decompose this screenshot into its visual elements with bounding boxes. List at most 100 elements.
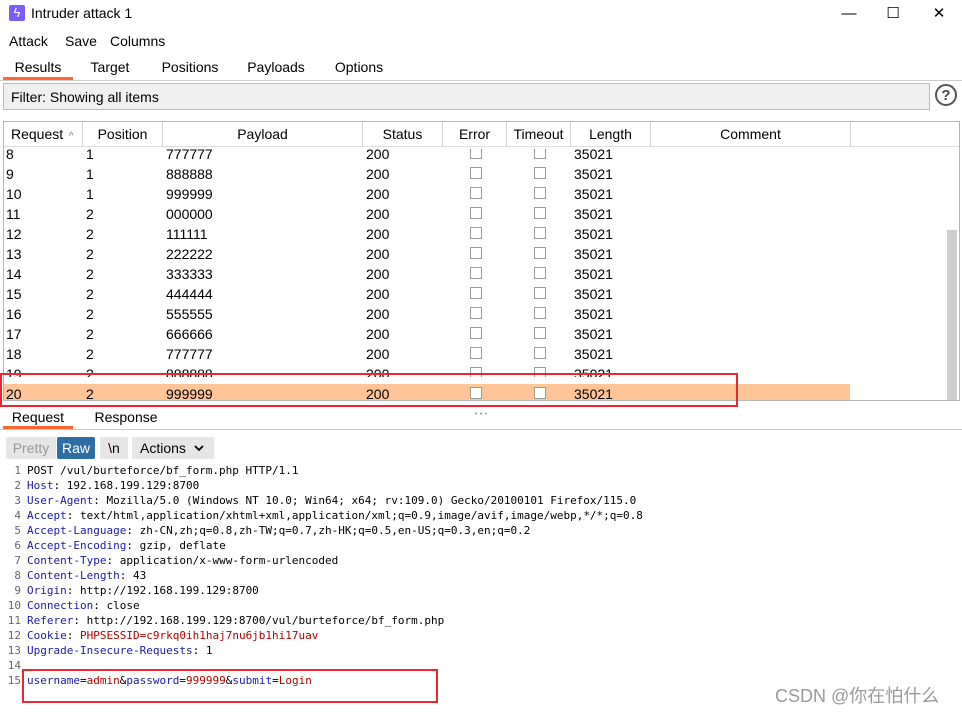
maximize-button[interactable]: ☐ bbox=[870, 0, 916, 28]
table-row[interactable]: 18 2 777777 200 35021 bbox=[4, 344, 850, 364]
table-row[interactable]: 11 2 000000 200 35021 bbox=[4, 204, 850, 224]
header-name: Content-Length bbox=[27, 569, 120, 582]
status-cell: 200 bbox=[366, 286, 390, 302]
tab-options[interactable]: Options bbox=[327, 58, 391, 80]
tab-response[interactable]: Response bbox=[85, 408, 167, 430]
status-cell: 200 bbox=[366, 346, 390, 362]
timeout-checkbox[interactable] bbox=[534, 327, 546, 339]
position-cell: 2 bbox=[86, 286, 94, 302]
column-header-timeout[interactable]: Timeout bbox=[507, 122, 571, 146]
request-line: Cookie: PHPSESSID=c9rkq0ih1haj7nu6jb1hi1… bbox=[27, 629, 319, 642]
request-cell: 10 bbox=[6, 186, 22, 202]
column-header-length[interactable]: Length bbox=[571, 122, 651, 146]
timeout-checkbox[interactable] bbox=[534, 267, 546, 279]
error-checkbox[interactable] bbox=[470, 347, 482, 359]
header-name: Upgrade-Insecure-Requests bbox=[27, 644, 193, 657]
request-cell: 9 bbox=[6, 166, 14, 182]
error-checkbox[interactable] bbox=[470, 207, 482, 219]
request-line: User-Agent: Mozilla/5.0 (Windows NT 10.0… bbox=[27, 494, 637, 507]
selected-row-annotation-box bbox=[0, 373, 738, 407]
length-cell: 35021 bbox=[574, 286, 613, 302]
tab-payloads[interactable]: Payloads bbox=[242, 58, 310, 80]
header-name: Origin bbox=[27, 584, 67, 597]
status-cell: 200 bbox=[366, 246, 390, 262]
menu-save[interactable]: Save bbox=[65, 33, 97, 49]
column-header-status[interactable]: Status bbox=[363, 122, 443, 146]
timeout-checkbox[interactable] bbox=[534, 247, 546, 259]
payload-cell: 444444 bbox=[166, 286, 213, 302]
table-scrollbar-thumb[interactable] bbox=[947, 230, 957, 400]
timeout-checkbox[interactable] bbox=[534, 287, 546, 299]
column-header-position[interactable]: Position bbox=[83, 122, 163, 146]
request-cell: 13 bbox=[6, 246, 22, 262]
error-checkbox[interactable] bbox=[470, 327, 482, 339]
line-number: 9 bbox=[14, 584, 21, 597]
header-name: Accept-Encoding bbox=[27, 539, 127, 552]
actions-dropdown[interactable]: Actions bbox=[132, 437, 214, 459]
payload-cell: 333333 bbox=[166, 266, 213, 282]
table-row[interactable]: 16 2 555555 200 35021 bbox=[4, 304, 850, 324]
request-cell: 11 bbox=[6, 206, 21, 222]
line-number: 8 bbox=[14, 569, 21, 582]
table-row[interactable]: 9 1 888888 200 35021 bbox=[4, 164, 850, 184]
timeout-checkbox[interactable] bbox=[534, 149, 546, 159]
table-row[interactable]: 15 2 444444 200 35021 bbox=[4, 284, 850, 304]
newline-toggle-button[interactable]: \n bbox=[100, 437, 128, 459]
timeout-checkbox[interactable] bbox=[534, 307, 546, 319]
menu-columns[interactable]: Columns bbox=[110, 33, 165, 49]
error-checkbox[interactable] bbox=[470, 187, 482, 199]
header-value: PHPSESSID=c9rkq0ih1haj7nu6jb1hi17uav bbox=[80, 629, 319, 642]
error-checkbox[interactable] bbox=[470, 227, 482, 239]
column-header-error[interactable]: Error bbox=[443, 122, 507, 146]
minimize-button[interactable]: — bbox=[826, 0, 872, 28]
request-line: Host: 192.168.199.129:8700 bbox=[27, 479, 200, 492]
tab-positions[interactable]: Positions bbox=[155, 58, 225, 80]
menu-attack[interactable]: Attack bbox=[9, 33, 48, 49]
header-name: Accept bbox=[27, 509, 67, 522]
line-number: 5 bbox=[14, 524, 21, 537]
raw-button[interactable]: Raw bbox=[57, 437, 95, 459]
pretty-button[interactable]: Pretty bbox=[6, 437, 56, 459]
position-cell: 1 bbox=[86, 166, 94, 182]
request-cell: 17 bbox=[6, 326, 22, 342]
error-checkbox[interactable] bbox=[470, 247, 482, 259]
payload-cell: 555555 bbox=[166, 306, 213, 322]
error-checkbox[interactable] bbox=[470, 167, 482, 179]
request-line: Upgrade-Insecure-Requests: 1 bbox=[27, 644, 213, 657]
chevron-down-icon bbox=[194, 445, 204, 452]
table-row[interactable]: 10 1 999999 200 35021 bbox=[4, 184, 850, 204]
close-button[interactable]: ✕ bbox=[916, 0, 962, 28]
table-row[interactable]: 17 2 666666 200 35021 bbox=[4, 324, 850, 344]
timeout-checkbox[interactable] bbox=[534, 187, 546, 199]
error-checkbox[interactable] bbox=[470, 149, 482, 159]
request-line: POST /vul/burteforce/bf_form.php HTTP/1.… bbox=[27, 464, 299, 477]
error-checkbox[interactable] bbox=[470, 267, 482, 279]
table-row[interactable]: 14 2 333333 200 35021 bbox=[4, 264, 850, 284]
help-icon[interactable]: ? bbox=[935, 84, 957, 106]
status-cell: 200 bbox=[366, 306, 390, 322]
status-cell: 200 bbox=[366, 226, 390, 242]
error-checkbox[interactable] bbox=[470, 287, 482, 299]
timeout-checkbox[interactable] bbox=[534, 207, 546, 219]
timeout-checkbox[interactable] bbox=[534, 347, 546, 359]
filter-bar[interactable]: Filter: Showing all items bbox=[3, 83, 930, 110]
column-header-payload[interactable]: Payload bbox=[163, 122, 363, 146]
column-header-request[interactable]: Request ^ bbox=[4, 122, 83, 146]
header-value: close bbox=[106, 599, 140, 612]
column-header-comment[interactable]: Comment bbox=[651, 122, 851, 146]
line-number: 6 bbox=[14, 539, 21, 552]
table-row[interactable]: 8 1 777777 200 35021 bbox=[4, 149, 850, 164]
table-row[interactable]: 13 2 222222 200 35021 bbox=[4, 244, 850, 264]
timeout-checkbox[interactable] bbox=[534, 167, 546, 179]
payload-cell: 999999 bbox=[166, 186, 213, 202]
request-line: Accept-Encoding: gzip, deflate bbox=[27, 539, 226, 552]
length-cell: 35021 bbox=[574, 186, 613, 202]
request-cell: 16 bbox=[6, 306, 22, 322]
timeout-checkbox[interactable] bbox=[534, 227, 546, 239]
table-row[interactable]: 12 2 111111 200 35021 bbox=[4, 224, 850, 244]
tab-target[interactable]: Target bbox=[81, 58, 139, 80]
tabs-divider bbox=[0, 80, 962, 81]
column-header-label: Request bbox=[11, 126, 64, 142]
error-checkbox[interactable] bbox=[470, 307, 482, 319]
length-cell: 35021 bbox=[574, 266, 613, 282]
